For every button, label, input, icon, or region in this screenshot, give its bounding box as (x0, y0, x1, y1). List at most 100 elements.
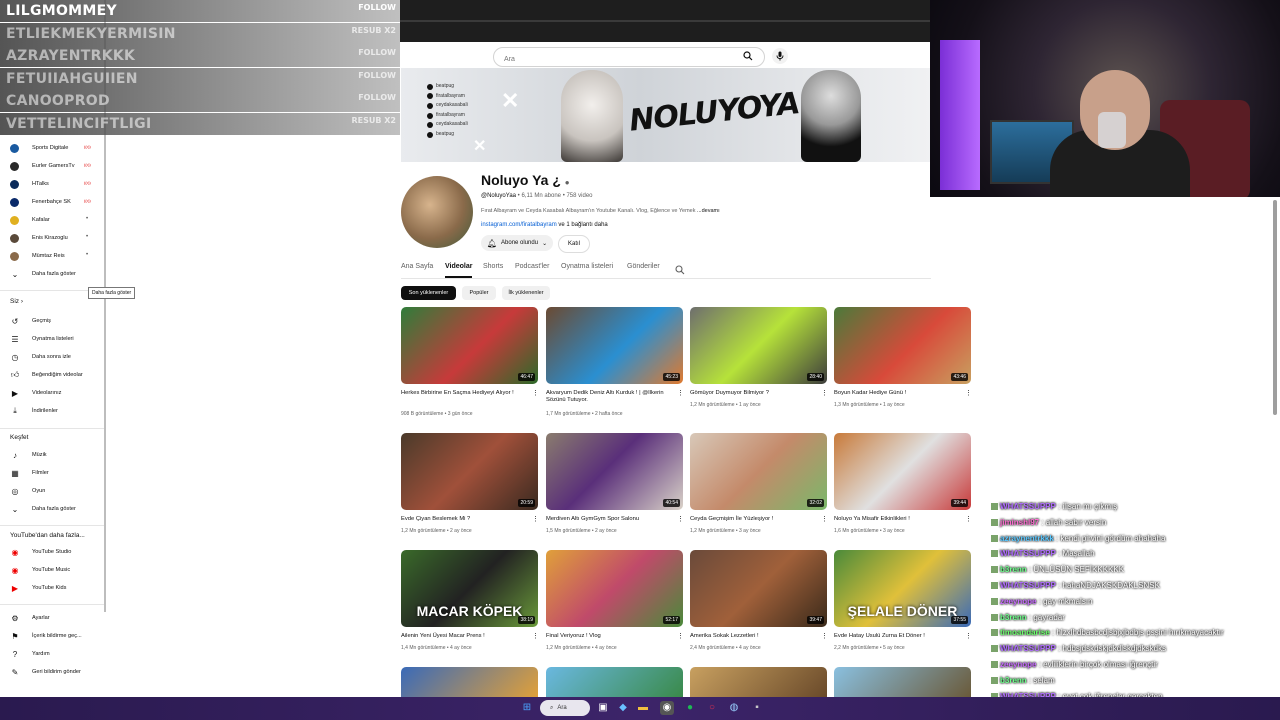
sidebar-item-you[interactable]: ☰ Oynatma listeleri (10, 332, 73, 346)
sidebar-show-more[interactable]: ⌄ Daha fazla göster (10, 267, 76, 281)
more-vert-icon[interactable]: ⋮ (677, 632, 684, 640)
tab-playlists[interactable]: Oynatma listeleri (561, 263, 613, 270)
video-title[interactable]: Ceyda Geçmişim İle Yüzleşiyor ! (690, 516, 815, 523)
subscribed-button[interactable]: 🔔︎ Abone olundu ⌄ (481, 235, 553, 251)
sidebar-item-you[interactable]: ◷ Daha sonra izle (10, 350, 71, 364)
search-input[interactable] (502, 55, 726, 64)
channel-links[interactable]: instagram.com/firatalbayram ve 1 bağlant… (481, 222, 608, 228)
chip-oldest[interactable]: İlk yüklenenler (502, 286, 550, 300)
search-box[interactable] (493, 47, 765, 67)
tab-podcasts[interactable]: Podcast'ler (515, 263, 549, 270)
more-vert-icon[interactable]: ⋮ (532, 632, 539, 640)
sidebar-subscription[interactable]: Fenerbahçe SK (10, 195, 71, 209)
video-thumbnail[interactable]: 32:02 (690, 433, 827, 510)
sidebar-subscription[interactable]: Enis Kirazoglu (10, 231, 68, 245)
steam-icon[interactable]: ◍ (727, 701, 741, 715)
sidebar-item-footer[interactable]: ? Yardım (10, 647, 50, 661)
chip-popular[interactable]: Popüler (462, 286, 496, 300)
opera-icon[interactable]: ○ (705, 701, 719, 715)
video-thumbnail[interactable]: 38:19 MACAR KÖPEK (401, 550, 538, 627)
video-title[interactable]: Akvaryum Dedik Deniz Altı Kurduk ! | @Il… (546, 390, 671, 404)
sidebar-item-you[interactable]: ↺ Geçmiş (10, 314, 51, 328)
video-thumbnail[interactable]: 39:47 (690, 550, 827, 627)
video-title[interactable]: Gömüyor Duymuyor Bilmiyor ? (690, 390, 815, 397)
chrome-icon[interactable]: ◉ (660, 701, 674, 715)
more-vert-icon[interactable]: ⋮ (532, 515, 539, 523)
sidebar-item-explore[interactable]: ▦ Filmler (10, 466, 49, 480)
video-thumbnail[interactable]: 37:55 ŞELALE DÖNER (834, 550, 971, 627)
chat-username[interactable]: WHATSSUPPP (1000, 644, 1056, 653)
video-thumbnail[interactable]: 46:47 (401, 307, 538, 384)
more-vert-icon[interactable]: ⋮ (532, 389, 539, 397)
video-thumbnail[interactable] (834, 667, 971, 697)
tab-videos[interactable]: Videolar (445, 263, 473, 270)
sidebar-subscription[interactable]: Kafalar (10, 213, 50, 227)
video-title[interactable]: Amerika Sokak Lezzetleri ! (690, 633, 815, 640)
chat-username[interactable]: zeeynope (1000, 660, 1036, 669)
video-thumbnail[interactable]: 45:23 (546, 307, 683, 384)
video-thumbnail[interactable]: 39:44 (834, 433, 971, 510)
sidebar-item-explore[interactable]: ♪ Müzik (10, 448, 47, 462)
video-thumbnail[interactable]: 20:59 (401, 433, 538, 510)
join-button[interactable]: Katıl (558, 235, 590, 253)
video-title[interactable]: Evde Çiyan Beslemek Mi ? (401, 516, 526, 523)
chat-username[interactable]: zeeynope (1000, 597, 1036, 606)
sidebar-item-more[interactable]: ◉ YouTube Music (10, 563, 71, 577)
tab-posts[interactable]: Gönderiler (627, 263, 660, 270)
tab-shorts[interactable]: Shorts (483, 263, 503, 270)
sidebar-item-you[interactable]: ▶ Videolarınız (10, 386, 62, 400)
chat-username[interactable]: WHATSSUPPP (1000, 549, 1056, 558)
spotify-icon[interactable]: ● (683, 701, 697, 715)
page-scrollbar[interactable] (1273, 200, 1277, 415)
copilot-icon[interactable]: ◆ (616, 701, 630, 715)
sidebar-heading-you[interactable]: Siz › (10, 298, 23, 305)
video-title[interactable]: Final Veriyoruz ! Vlog (546, 633, 671, 640)
more-vert-icon[interactable]: ⋮ (965, 515, 972, 523)
chat-username[interactable]: WHATSSUPPP (1000, 581, 1056, 590)
file-explorer-icon[interactable]: ▬ (636, 701, 650, 715)
chat-username[interactable]: timoandarise (1000, 628, 1050, 637)
more-vert-icon[interactable]: ⋮ (821, 632, 828, 640)
video-title[interactable]: Noluyo Ya Misafir Etkinlikleri ! (834, 516, 959, 523)
chat-username[interactable]: azraynentrkkk (1000, 534, 1054, 543)
more-vert-icon[interactable]: ⋮ (821, 389, 828, 397)
video-title[interactable]: Ailenin Yeni Üyesi Macar Prens ! (401, 633, 526, 640)
sidebar-subscription[interactable]: Mümtaz Reis (10, 249, 65, 263)
sidebar-item-you[interactable]: 👍︎ Beğendiğim videolar (10, 368, 83, 382)
chat-username[interactable]: WHATSSUPPP (1000, 502, 1056, 511)
video-thumbnail[interactable]: 28:40 (690, 307, 827, 384)
more-vert-icon[interactable]: ⋮ (965, 389, 972, 397)
chip-latest[interactable]: Son yüklenenler (401, 286, 456, 300)
tab-home[interactable]: Ana Sayfa (401, 263, 433, 270)
video-thumbnail[interactable] (546, 667, 683, 697)
more-vert-icon[interactable]: ⋮ (965, 632, 972, 640)
task-view-icon[interactable]: ▣ (596, 701, 610, 715)
chat-username[interactable]: b3renn (1000, 565, 1027, 574)
sidebar-item-explore[interactable]: ⌄ Daha fazla göster (10, 502, 76, 516)
chat-username[interactable]: b3renn (1000, 613, 1027, 622)
video-title[interactable]: Evde Hatay Usulü Zurna Et Döner ! (834, 633, 959, 640)
video-thumbnail[interactable]: 52:17 (546, 550, 683, 627)
sidebar-item-footer[interactable]: ⚙ Ayarlar (10, 611, 49, 625)
video-thumbnail[interactable]: 40:54 (546, 433, 683, 510)
sidebar-item-more[interactable]: ◉ YouTube Studio (10, 545, 72, 559)
channel-avatar[interactable] (401, 176, 473, 248)
video-thumbnail[interactable]: 43:46 (834, 307, 971, 384)
video-thumbnail[interactable] (690, 667, 827, 697)
taskbar-search[interactable]: ⌕ Ara (540, 700, 590, 716)
sidebar-subscription[interactable]: Eurler GamersTv (10, 159, 75, 173)
more-vert-icon[interactable]: ⋮ (821, 515, 828, 523)
video-thumbnail[interactable] (401, 667, 538, 697)
sidebar-item-footer[interactable]: ✎ Geri bildirim gönder (10, 665, 81, 679)
search-button[interactable] (740, 49, 756, 63)
channel-description[interactable]: Fırat Albayram ve Ceyda Kasabalı Albayra… (481, 208, 720, 214)
sidebar-item-explore[interactable]: ◎ Oyun (10, 484, 46, 498)
video-title[interactable]: Boyun Kadar Hediye Günü ! (834, 390, 959, 397)
more-vert-icon[interactable]: ⋮ (677, 515, 684, 523)
chat-username[interactable]: b3renn (1000, 676, 1027, 685)
more-vert-icon[interactable]: ⋮ (677, 389, 684, 397)
voice-search-button[interactable] (772, 48, 788, 64)
sidebar-item-more[interactable]: ▶ YouTube Kids (10, 581, 67, 595)
windows-start-icon[interactable]: ⊞ (520, 701, 534, 715)
sidebar-item-footer[interactable]: ⚑ İçerik bildirme geç... (10, 629, 81, 643)
